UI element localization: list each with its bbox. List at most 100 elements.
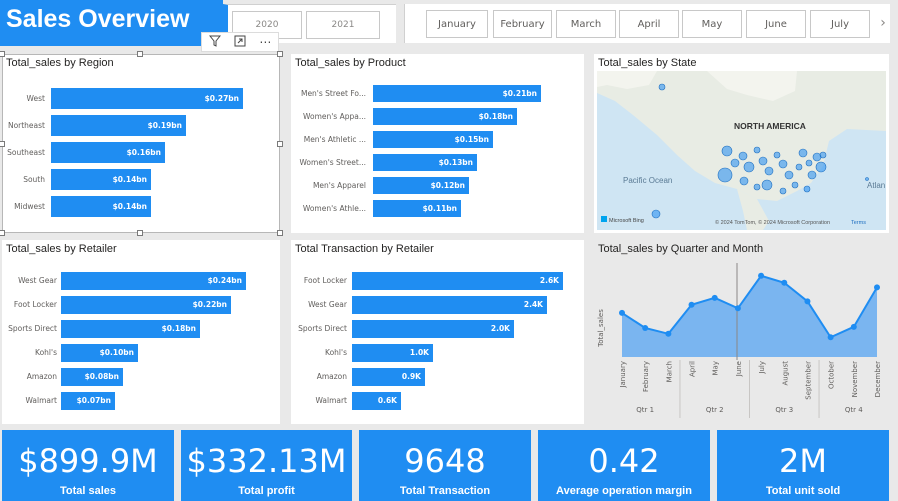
bar-category-label: Foot Locker bbox=[303, 276, 347, 285]
data-point[interactable] bbox=[711, 294, 718, 301]
kpi-total-sales: $899.9M Total sales bbox=[2, 430, 174, 501]
kpi-total-transaction-value: 9648 bbox=[404, 442, 486, 480]
bar-category-label: Women's Street... bbox=[299, 157, 366, 167]
map-label-pacific: Pacific Ocean bbox=[623, 176, 672, 185]
retailer-sales-title: Total_sales by Retailer bbox=[6, 243, 117, 255]
x-tick-label: October bbox=[828, 361, 836, 389]
bar-value-label: 0.6K bbox=[377, 396, 397, 405]
data-point[interactable] bbox=[781, 279, 788, 286]
bar-value-label: $0.11bn bbox=[422, 203, 457, 213]
bar-category-label: Foot Locker bbox=[13, 300, 57, 309]
map-bubble bbox=[779, 187, 787, 195]
month-july-button[interactable]: July bbox=[810, 10, 870, 38]
map-attribution: © 2024 TomTom, © 2024 Microsoft Corporat… bbox=[715, 219, 830, 226]
quarter-month-chart: Total_sales January February March April May… bbox=[597, 263, 882, 418]
map-bubble bbox=[658, 83, 666, 91]
map-bubble bbox=[773, 151, 781, 159]
bar-category-label: Women's Athle... bbox=[302, 203, 366, 213]
resize-handle[interactable] bbox=[277, 230, 283, 236]
map-terms-link[interactable]: Terms bbox=[851, 220, 866, 226]
bar-value-label: $0.18bn bbox=[478, 111, 513, 121]
data-point[interactable] bbox=[688, 301, 695, 308]
kpi-total-sales-label: Total sales bbox=[59, 485, 117, 497]
kpi-avg-margin-value: 0.42 bbox=[588, 442, 660, 480]
map-bubble bbox=[795, 163, 803, 171]
quarter-label: Qtr 1 bbox=[636, 406, 654, 414]
resize-handle[interactable] bbox=[0, 141, 5, 147]
kpi-avg-margin-label: Average operation margin bbox=[556, 485, 692, 497]
month-may-button[interactable]: May bbox=[682, 10, 742, 38]
x-tick-label: May bbox=[712, 361, 720, 375]
data-point[interactable] bbox=[619, 309, 625, 316]
bar-value-label: $0.22bn bbox=[192, 300, 227, 309]
data-point[interactable] bbox=[734, 305, 741, 312]
data-point[interactable] bbox=[642, 325, 649, 331]
bar-category-label: Walmart bbox=[25, 396, 57, 405]
map-bubble bbox=[764, 166, 774, 176]
data-point[interactable] bbox=[758, 272, 765, 279]
resize-handle[interactable] bbox=[0, 51, 5, 57]
bar-value-label: 2.4K bbox=[523, 300, 543, 309]
x-tick-label: January bbox=[619, 361, 627, 389]
more-options-icon[interactable]: ⋯ bbox=[259, 35, 271, 49]
map-label-atlantic: Atlan Oce bbox=[867, 181, 886, 190]
x-tick-label: February bbox=[642, 361, 650, 392]
chevron-right-icon[interactable]: › bbox=[878, 14, 888, 32]
month-january-button[interactable]: January bbox=[426, 10, 488, 38]
bing-logo bbox=[601, 216, 607, 222]
bar-category-label: Women's Appa... bbox=[303, 111, 366, 121]
bar-value-label: $0.24bn bbox=[207, 276, 242, 285]
quarter-label: Qtr 2 bbox=[706, 406, 724, 414]
map-bubble bbox=[738, 151, 748, 161]
state-map[interactable]: NORTH AMERICA Pacific Ocean Atlan Oce bbox=[597, 71, 886, 230]
kpi-total-profit: $332.13M Total profit bbox=[181, 430, 352, 501]
quarter-label: Qtr 3 bbox=[775, 406, 793, 414]
month-april-button[interactable]: April bbox=[619, 10, 679, 38]
bar-value-label: $0.15bn bbox=[454, 134, 489, 144]
retailer-tx-panel: Total Transaction by Retailer Foot Locke… bbox=[291, 240, 584, 424]
map-bubble bbox=[819, 151, 827, 159]
year-2021-button[interactable]: 2021 bbox=[306, 11, 380, 39]
bing-label: Microsoft Bing bbox=[609, 218, 644, 224]
map-bubble bbox=[717, 167, 733, 183]
resize-handle[interactable] bbox=[137, 51, 143, 57]
bar-category-label: Kohl's bbox=[325, 348, 347, 357]
map-bubble bbox=[784, 170, 794, 180]
month-february-button[interactable]: February bbox=[493, 10, 552, 38]
data-point[interactable] bbox=[874, 284, 880, 291]
kpi-unit-sold-value: 2M bbox=[779, 442, 827, 480]
title-banner: Sales Overview bbox=[0, 0, 223, 46]
x-tick-label: June bbox=[735, 361, 743, 377]
month-june-button[interactable]: June bbox=[746, 10, 806, 38]
selection-frame bbox=[0, 51, 283, 236]
bar-value-label: 0.9K bbox=[401, 372, 421, 381]
x-tick-label: December bbox=[874, 361, 882, 397]
map-bubble bbox=[807, 170, 817, 180]
kpi-total-transaction: 9648 Total Transaction bbox=[359, 430, 531, 501]
bar-value-label: 2.6K bbox=[539, 276, 559, 285]
filter-icon[interactable] bbox=[208, 35, 221, 50]
data-point[interactable] bbox=[850, 323, 857, 330]
x-tick-label: August bbox=[781, 361, 789, 386]
bar-category-label: Sports Direct bbox=[298, 324, 347, 333]
bar-category-label: Amazon bbox=[26, 372, 57, 381]
visual-header: ⋯ bbox=[201, 32, 279, 52]
bar-value-label: $0.07bn bbox=[76, 396, 111, 405]
bar-value-label: $0.10bn bbox=[99, 348, 134, 357]
data-point[interactable] bbox=[827, 334, 834, 341]
kpi-total-profit-label: Total profit bbox=[238, 485, 295, 497]
resize-handle[interactable] bbox=[137, 230, 143, 236]
quarter-month-panel: Total_sales by Quarter and Month Total_s… bbox=[594, 240, 889, 424]
data-point[interactable] bbox=[665, 330, 672, 337]
month-march-button[interactable]: March bbox=[556, 10, 616, 38]
map-bubble bbox=[758, 156, 768, 166]
focus-mode-icon[interactable] bbox=[234, 35, 246, 50]
kpi-total-transaction-label: Total Transaction bbox=[399, 485, 491, 497]
kpi-unit-sold: 2M Total unit sold bbox=[717, 430, 889, 501]
kpi-avg-margin: 0.42 Average operation margin bbox=[538, 430, 710, 501]
resize-handle[interactable] bbox=[277, 141, 283, 147]
resize-handle[interactable] bbox=[277, 51, 283, 57]
map-bubble bbox=[753, 183, 761, 191]
data-point[interactable] bbox=[804, 298, 811, 305]
resize-handle[interactable] bbox=[0, 230, 5, 236]
